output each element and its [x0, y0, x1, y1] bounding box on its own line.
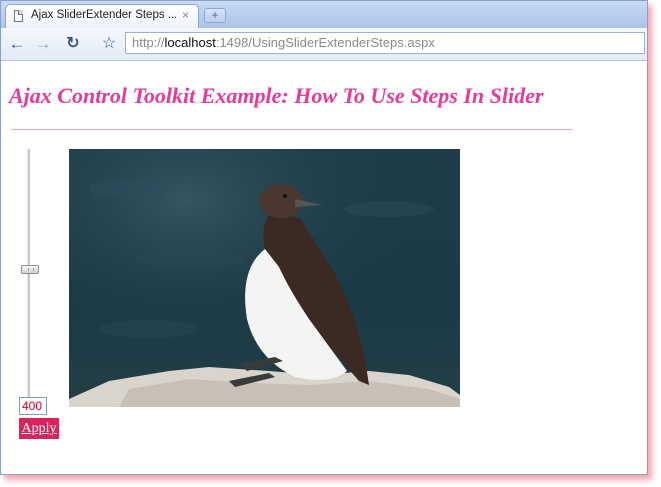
url-path: :1498/UsingSliderExtenderSteps.aspx: [215, 35, 435, 50]
address-bar[interactable]: http://localhost:1498/UsingSliderExtende…: [125, 32, 645, 54]
reload-icon[interactable]: ↻: [63, 34, 83, 54]
close-icon[interactable]: ×: [182, 8, 189, 22]
slider-value-field[interactable]: [19, 397, 47, 415]
forward-icon[interactable]: →: [33, 34, 53, 54]
url-host: localhost: [164, 35, 216, 50]
page-title: Ajax Control Toolkit Example: How To Use…: [9, 83, 544, 108]
bird-photo: [69, 149, 460, 407]
title-bar: Ajax SliderExtender Steps ... × +: [1, 1, 647, 28]
star-icon[interactable]: ☆: [99, 34, 119, 54]
url-prefix: http://: [132, 35, 165, 50]
page-icon: [14, 10, 23, 22]
tab-title: Ajax SliderExtender Steps ...: [31, 9, 176, 21]
page-content: Ajax Control Toolkit Example: How To Use…: [1, 61, 647, 474]
slider-handle[interactable]: [21, 265, 39, 274]
divider: [11, 129, 573, 130]
browser-window: Ajax SliderExtender Steps ... × + ← → ↻ …: [0, 0, 648, 475]
apply-button[interactable]: Apply: [19, 418, 59, 439]
new-tab-button[interactable]: +: [204, 8, 226, 23]
browser-toolbar: ← → ↻ ☆ http://localhost:1498/UsingSlide…: [1, 28, 647, 61]
browser-tab[interactable]: Ajax SliderExtender Steps ... ×: [5, 4, 199, 28]
back-icon[interactable]: ←: [7, 34, 27, 54]
